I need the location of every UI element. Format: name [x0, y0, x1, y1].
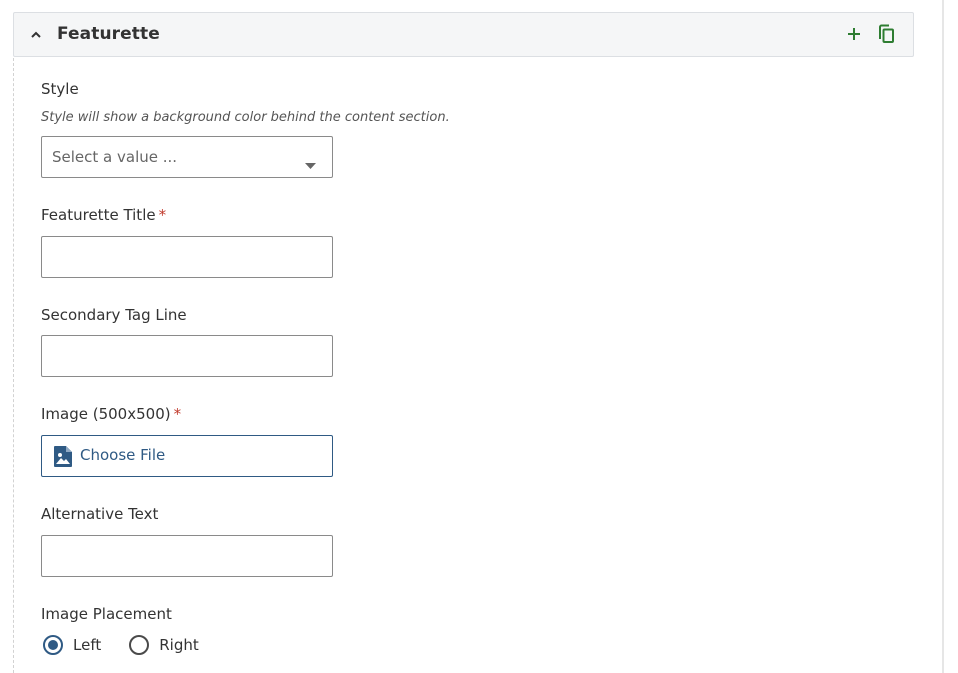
panel-header: Featurette: [13, 12, 914, 57]
copy-icon[interactable]: [876, 23, 896, 45]
choose-file-button[interactable]: Choose File: [41, 435, 333, 477]
image-file-icon: [53, 445, 73, 472]
radio-option-left[interactable]: Left: [43, 635, 101, 655]
secondary-tagline-input[interactable]: [41, 335, 333, 377]
alternative-text-input[interactable]: [41, 535, 333, 577]
panel-title: Featurette: [57, 24, 160, 44]
radio-button-right[interactable]: [129, 635, 150, 655]
style-select-placeholder: Select a value ...: [52, 148, 178, 166]
featurette-title-label: Featurette Title *: [41, 206, 166, 224]
image-label-text: Image (500x500): [41, 405, 171, 423]
chevron-up-icon[interactable]: [30, 25, 42, 45]
radio-option-right[interactable]: Right: [129, 635, 199, 655]
radio-button-left[interactable]: [43, 635, 63, 655]
required-marker: *: [158, 206, 167, 224]
alternative-text-label: Alternative Text: [41, 505, 159, 523]
panel-actions: [844, 23, 896, 45]
radio-label-right: Right: [159, 636, 199, 654]
required-marker: *: [173, 405, 182, 423]
plus-icon[interactable]: [844, 23, 864, 45]
image-placement-radio-group: Left Right: [43, 635, 227, 655]
image-label: Image (500x500) *: [41, 405, 181, 423]
featurette-editor: Featurette Style Style will show a backg…: [0, 0, 958, 673]
featurette-title-label-text: Featurette Title: [41, 206, 156, 224]
image-placement-label: Image Placement: [41, 605, 172, 623]
style-help-text: Style will show a background color behin…: [41, 110, 450, 125]
featurette-title-input[interactable]: [41, 236, 333, 278]
choose-file-label: Choose File: [80, 446, 166, 464]
radio-label-left: Left: [73, 636, 102, 654]
scrollbar-track[interactable]: [942, 0, 944, 673]
style-label: Style: [41, 80, 79, 98]
secondary-tagline-label: Secondary Tag Line: [41, 306, 187, 324]
style-select[interactable]: Select a value ...: [41, 136, 333, 178]
caret-down-icon: [305, 154, 316, 173]
